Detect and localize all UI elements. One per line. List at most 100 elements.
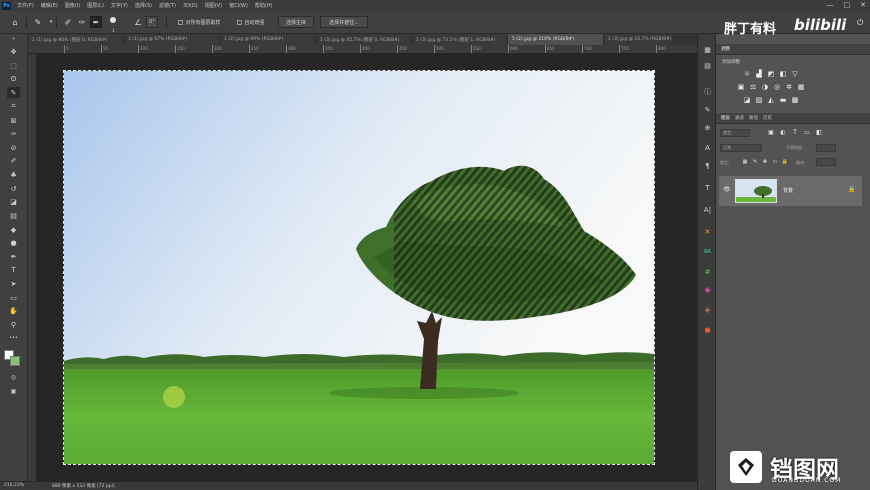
brush-tool-icon[interactable]: ✐ — [7, 155, 20, 166]
eyedropper-tool-icon[interactable]: ✑ — [7, 128, 20, 139]
document-tab[interactable]: 1 (3).jpg @ 45.7% (图层 0, RGB/8#) — [316, 34, 412, 45]
lasso-tool-icon[interactable]: ʘ — [7, 73, 20, 84]
menu-filter[interactable]: 滤镜(T) — [159, 2, 176, 9]
properties-panel-icon[interactable]: ▤ — [701, 60, 714, 72]
layer-name[interactable]: 背景 — [783, 187, 793, 194]
opacity-field[interactable] — [816, 144, 836, 152]
tab-paths[interactable]: 路径 — [749, 115, 758, 121]
document-tab[interactable]: 1 (1).jpg @ 80% (图层 0, RGB/8#) — [28, 34, 124, 45]
close-button[interactable]: ✕ — [860, 0, 866, 11]
info-panel-icon[interactable]: ⓘ — [701, 86, 714, 98]
menu-window[interactable]: 窗口(W) — [229, 2, 248, 9]
paragraph-panel-icon[interactable]: ¶ — [701, 160, 714, 172]
menu-select[interactable]: 选择(S) — [135, 2, 152, 9]
lock-pixels-icon[interactable]: ✎ — [750, 157, 760, 166]
exposure-icon[interactable]: ◧ — [778, 69, 788, 78]
layer-kind-filter[interactable]: 类型 — [720, 129, 750, 137]
history-brush-tool-icon[interactable]: ↺ — [7, 183, 20, 194]
color-wheel-icon[interactable]: ◉ — [701, 284, 714, 296]
glyphs-panel-icon[interactable]: A| — [701, 204, 714, 216]
menu-file[interactable]: 文件(F) — [17, 2, 34, 9]
visibility-eye-icon[interactable]: 👁 — [723, 186, 731, 193]
minimize-button[interactable]: — — [827, 0, 834, 11]
clone-stamp-tool-icon[interactable]: ♣ — [7, 169, 20, 180]
path-selection-tool-icon[interactable]: ➤ — [7, 278, 20, 289]
collapse-toolbar-icon[interactable]: » — [7, 36, 20, 42]
zoom-level[interactable]: 216.23% — [4, 483, 24, 488]
menu-image[interactable]: 图像(I) — [65, 2, 80, 9]
history-panel-icon[interactable]: ▦ — [701, 44, 714, 56]
document-canvas[interactable] — [63, 70, 655, 465]
document-tab[interactable]: 1 (1).jpg @ 67% (RGB/8#) — [124, 34, 220, 45]
select-and-mask-button[interactable]: 选择并遮住... — [320, 16, 368, 28]
orange-plugin-icon[interactable]: ● — [701, 324, 714, 336]
hue-saturation-icon[interactable]: ▣ — [736, 82, 746, 91]
filter-shape-icon[interactable]: ▭ — [802, 128, 812, 137]
color-lookup-icon[interactable]: ▦ — [796, 82, 806, 91]
lock-position-icon[interactable]: ✥ — [760, 157, 770, 166]
character-panel-icon[interactable]: A — [701, 142, 714, 154]
menu-layer[interactable]: 图层(L) — [87, 2, 104, 9]
menu-edit[interactable]: 编辑(E) — [41, 2, 58, 9]
filter-type-icon[interactable]: T — [790, 128, 800, 137]
eraser-tool-icon[interactable]: ◪ — [7, 196, 20, 207]
selective-color-icon[interactable]: ▩ — [790, 95, 800, 104]
ra-plugin-icon[interactable]: RA — [701, 246, 714, 258]
cube-plugin-icon[interactable]: ◈ — [701, 304, 714, 316]
tools-plugin-icon[interactable]: ✕ — [701, 226, 714, 238]
tab-history[interactable]: 历史 — [763, 115, 772, 121]
auto-enhance-checkbox[interactable]: 自动增强 — [231, 16, 271, 28]
move-tool-icon[interactable]: ✥ — [7, 46, 20, 57]
adjustments-tab[interactable]: 调整 — [721, 46, 730, 52]
screen-mode-icon[interactable]: ▣ — [7, 386, 20, 397]
background-color-swatch[interactable] — [10, 356, 20, 366]
quick-selection-tool-icon[interactable]: ✎ — [7, 87, 20, 98]
channel-mixer-icon[interactable]: ✲ — [784, 82, 794, 91]
lock-all-icon[interactable]: 🔒 — [780, 157, 790, 166]
lock-artboard-icon[interactable]: ▭ — [770, 157, 780, 166]
document-tab-active[interactable]: 5 (2).jpg @ 216% (RGB/8#) — [508, 34, 604, 45]
layer-row[interactable]: 👁 背景 🔒 — [719, 176, 862, 206]
blend-mode-select[interactable]: 正常 — [720, 144, 762, 152]
healing-brush-tool-icon[interactable]: ⊘ — [7, 142, 20, 153]
sample-all-layers-checkbox[interactable]: 对所有图层取样 — [172, 16, 227, 28]
curves-icon[interactable]: ◩ — [766, 69, 776, 78]
angle-field[interactable]: 0° — [146, 16, 158, 28]
filter-smart-object-icon[interactable]: ◧ — [814, 128, 824, 137]
tab-layers[interactable]: 图层 — [721, 115, 730, 121]
plugin-icon[interactable]: # — [701, 266, 714, 278]
photo-filter-icon[interactable]: ◎ — [772, 82, 782, 91]
fill-field[interactable] — [816, 158, 836, 166]
rectangle-tool-icon[interactable]: ▭ — [7, 292, 20, 303]
document-tab[interactable]: 1 (3).jpg @ 73.1% (图层 1, RGB/8#) — [412, 34, 508, 45]
hand-tool-icon[interactable]: ✋ — [7, 305, 20, 316]
threshold-icon[interactable]: ◭ — [766, 95, 776, 104]
posterize-icon[interactable]: ▨ — [754, 95, 764, 104]
power-icon[interactable]: ⏻ — [857, 18, 863, 28]
vibrance-icon[interactable]: ▽ — [790, 69, 800, 78]
document-tab[interactable]: 1 (3).jpg @ 16.7% (RGB/8#) — [604, 34, 674, 45]
zoom-tool-icon[interactable]: ⚲ — [7, 319, 20, 330]
frame-tool-icon[interactable]: ⊠ — [7, 115, 20, 126]
menu-view[interactable]: 视图(V) — [205, 2, 222, 9]
dodge-tool-icon[interactable]: ● — [7, 237, 20, 248]
document-info[interactable]: 889 像素 x 533 像素 (72 ppi) — [52, 483, 115, 489]
menu-help[interactable]: 帮助(H) — [255, 2, 273, 9]
menu-3d[interactable]: 3D(D) — [183, 3, 198, 9]
brush-panel-icon[interactable]: ✎ — [701, 104, 714, 116]
levels-icon[interactable]: ▟ — [754, 69, 764, 78]
menu-type[interactable]: 文字(Y) — [111, 2, 128, 9]
quick-selection-tool-icon[interactable]: ✎ — [32, 16, 44, 28]
document-tab[interactable]: 1 (2).jpg @ 99% (RGB/8#) — [220, 34, 316, 45]
invert-icon[interactable]: ◪ — [742, 95, 752, 104]
brightness-contrast-icon[interactable]: ☼ — [742, 69, 752, 78]
filter-adjustment-icon[interactable]: ◐ — [778, 128, 788, 137]
marquee-tool-icon[interactable]: ⬚ — [7, 60, 20, 71]
brush-size-picker[interactable] — [107, 16, 119, 28]
add-to-selection-brush-icon[interactable]: ✑ — [76, 16, 88, 28]
maximize-button[interactable]: □ — [844, 0, 851, 11]
home-icon[interactable]: ⌂ — [9, 16, 21, 28]
edit-toolbar-icon[interactable]: ••• — [7, 332, 20, 343]
color-balance-icon[interactable]: ⚖ — [748, 82, 758, 91]
black-white-icon[interactable]: ◑ — [760, 82, 770, 91]
